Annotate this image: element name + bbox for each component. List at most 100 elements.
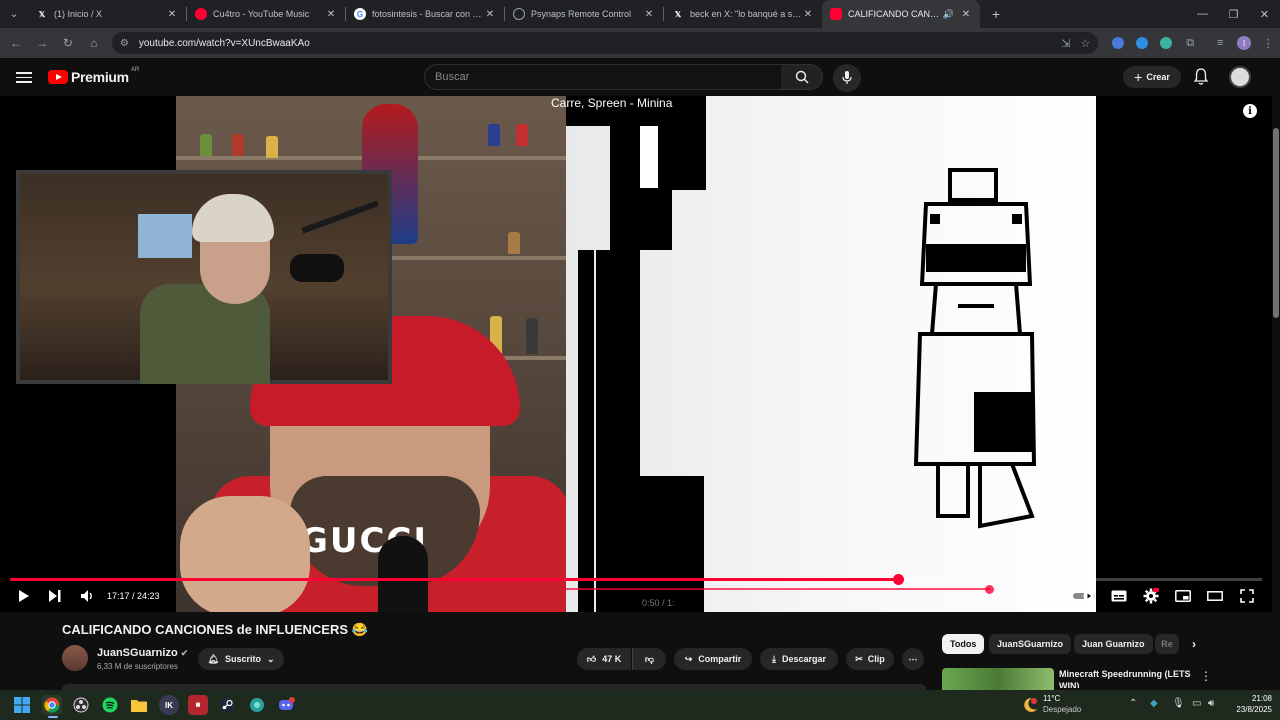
taskbar-clock-time[interactable]: 21:08 [1234, 694, 1272, 703]
autoplay-toggle[interactable] [1073, 587, 1097, 605]
account-avatar[interactable] [1229, 66, 1251, 88]
tray-speaker-icon[interactable]: 🔊︎ [1208, 698, 1214, 709]
tab-5[interactable]: 𝕏 beck en X: "lo banqué a spreen ✕ [664, 0, 822, 28]
bookmark-star-icon[interactable]: ☆ [1080, 37, 1090, 50]
close-icon[interactable]: ✕ [166, 9, 178, 20]
channel-name[interactable]: JuanSGuarnizo ✔ [97, 647, 188, 659]
reload-icon[interactable]: ↻ [56, 31, 80, 55]
app-ik-icon[interactable]: IK [159, 695, 179, 715]
file-explorer-icon[interactable] [129, 695, 149, 715]
info-icon[interactable]: i [1243, 104, 1257, 118]
globe-app-icon [250, 698, 264, 712]
create-button[interactable]: + Crear [1123, 66, 1181, 88]
taskbar-clock-date[interactable]: 23/8/2025 [1224, 705, 1272, 714]
extensions-puzzle-icon[interactable]: ⧉ [1178, 31, 1202, 55]
search-button[interactable] [781, 64, 823, 90]
subtitles-button[interactable] [1110, 587, 1128, 605]
tab-3[interactable]: G fotosintesis - Buscar con Google ✕ [346, 0, 504, 28]
steam-icon[interactable] [217, 695, 237, 715]
close-window-icon[interactable]: ✕ [1249, 0, 1280, 28]
close-icon[interactable]: ✕ [802, 9, 814, 20]
fullscreen-button[interactable] [1238, 587, 1256, 605]
recommendation-menu-icon[interactable]: ⋮ [1200, 669, 1212, 683]
spotify-icon[interactable] [100, 695, 120, 715]
webcam-microphone [290, 254, 344, 282]
chips-next-arrow[interactable]: › [1184, 634, 1204, 654]
channel-avatar[interactable] [62, 645, 88, 671]
video-glitch-block [672, 126, 706, 190]
progress-bar[interactable] [10, 574, 1262, 585]
scrollbar-thumb[interactable] [1273, 128, 1279, 318]
discord-icon[interactable] [277, 695, 297, 715]
download-button[interactable]: ⤓ Descargar [760, 648, 838, 670]
chip-truncated[interactable]: Re [1155, 634, 1179, 654]
page-scrollbar[interactable] [1272, 58, 1280, 688]
dislike-button[interactable]: 👎︎ [632, 648, 666, 670]
recommendation-thumbnail[interactable] [942, 668, 1054, 690]
recommendation-title[interactable]: Minecraft Speedrunning (LETS WIN) [1059, 668, 1199, 688]
tray-chevron-up-icon[interactable]: ⌃ [1129, 698, 1137, 709]
close-icon[interactable]: ✕ [325, 9, 337, 20]
share-button[interactable]: ↪ Compartir [674, 648, 752, 670]
more-horizontal-icon: ⋯ [908, 653, 918, 664]
hamburger-menu-icon[interactable] [16, 69, 32, 85]
voice-search-button[interactable] [833, 64, 861, 92]
progress-scrubber-knob[interactable] [892, 574, 904, 585]
restore-icon[interactable]: ❐ [1218, 0, 1249, 28]
autoplay-toggle-icon [1073, 590, 1095, 602]
theater-mode-button[interactable] [1206, 587, 1224, 605]
tab-search-button[interactable]: ⌄ [0, 0, 28, 28]
chip-juan-guarnizo[interactable]: Juan Guarnizo [1074, 634, 1153, 654]
next-button[interactable] [46, 587, 64, 605]
tray-network-icon[interactable]: ▭ [1192, 698, 1201, 709]
mute-button[interactable] [78, 587, 96, 605]
tab-4[interactable]: Psynaps Remote Control ✕ [505, 0, 663, 28]
close-icon[interactable]: ✕ [960, 9, 972, 20]
more-actions-button[interactable]: ⋯ [902, 648, 924, 670]
weather-icon[interactable] [1021, 695, 1039, 715]
speaker-icon[interactable]: 🔊 [943, 9, 954, 20]
chrome-icon[interactable] [42, 695, 62, 715]
extension-2-icon[interactable] [1130, 31, 1154, 55]
chip-juansguarnizo[interactable]: JuanSGuarnizo [989, 634, 1072, 654]
media-controls-icon[interactable]: ≡ [1208, 31, 1232, 55]
browser-menu-icon[interactable]: ⋮ [1256, 31, 1280, 55]
extension-3-icon[interactable] [1154, 31, 1178, 55]
obs-icon[interactable] [71, 695, 91, 715]
home-icon[interactable]: ⌂ [82, 31, 106, 55]
site-info-icon[interactable]: ⚙ [120, 38, 129, 49]
forward-icon[interactable]: → [30, 31, 54, 55]
profile-avatar[interactable]: I [1232, 31, 1256, 55]
play-button[interactable] [15, 587, 33, 605]
miniplayer-button[interactable] [1174, 587, 1192, 605]
notifications-bell-icon[interactable] [1193, 68, 1209, 86]
youtube-icon [830, 8, 842, 20]
video-player[interactable]: GUCCI Carre, Spreen - Minina i [0, 96, 1272, 612]
tray-app-icon[interactable]: ◆ [1150, 698, 1158, 709]
inner-video-progress [566, 588, 990, 590]
settings-button[interactable] [1142, 587, 1160, 605]
address-bar[interactable]: ⚙ youtube.com/watch?v=XUncBwaaKAo ⇲ ☆ [111, 32, 1099, 54]
skip-next-icon [49, 590, 61, 602]
back-icon[interactable]: ← [4, 31, 28, 55]
windows-start-icon[interactable] [12, 695, 32, 715]
app-red-icon[interactable]: ▦ [188, 695, 208, 715]
tab-2[interactable]: Cu4tro - YouTube Music ✕ [187, 0, 345, 28]
new-tab-button[interactable]: + [984, 6, 1008, 22]
tray-microphone-icon[interactable]: 🎙︎ [1172, 698, 1185, 709]
volume-icon [81, 590, 92, 602]
minimize-icon[interactable]: — [1187, 0, 1218, 28]
subscribed-button[interactable]: 🔔︎ Suscrito ⌄ [198, 648, 284, 670]
clip-button[interactable]: ✂ Clip [846, 648, 894, 670]
tab-1[interactable]: 𝕏 (1) Inicio / X ✕ [28, 0, 186, 28]
youtube-premium-logo[interactable]: Premium AR [48, 67, 139, 85]
extension-1-icon[interactable] [1106, 31, 1130, 55]
search-input[interactable]: Buscar [424, 64, 782, 90]
chip-todos[interactable]: Todos [942, 634, 985, 654]
browser-app-icon[interactable] [247, 695, 267, 715]
close-icon[interactable]: ✕ [484, 9, 496, 20]
tab-6-active[interactable]: CALIFICANDO CANCIONES 🔊 ✕ [822, 0, 980, 28]
install-app-icon[interactable]: ⇲ [1061, 37, 1070, 50]
close-icon[interactable]: ✕ [643, 9, 655, 20]
like-button[interactable]: 👍︎ 47 K [577, 648, 631, 670]
